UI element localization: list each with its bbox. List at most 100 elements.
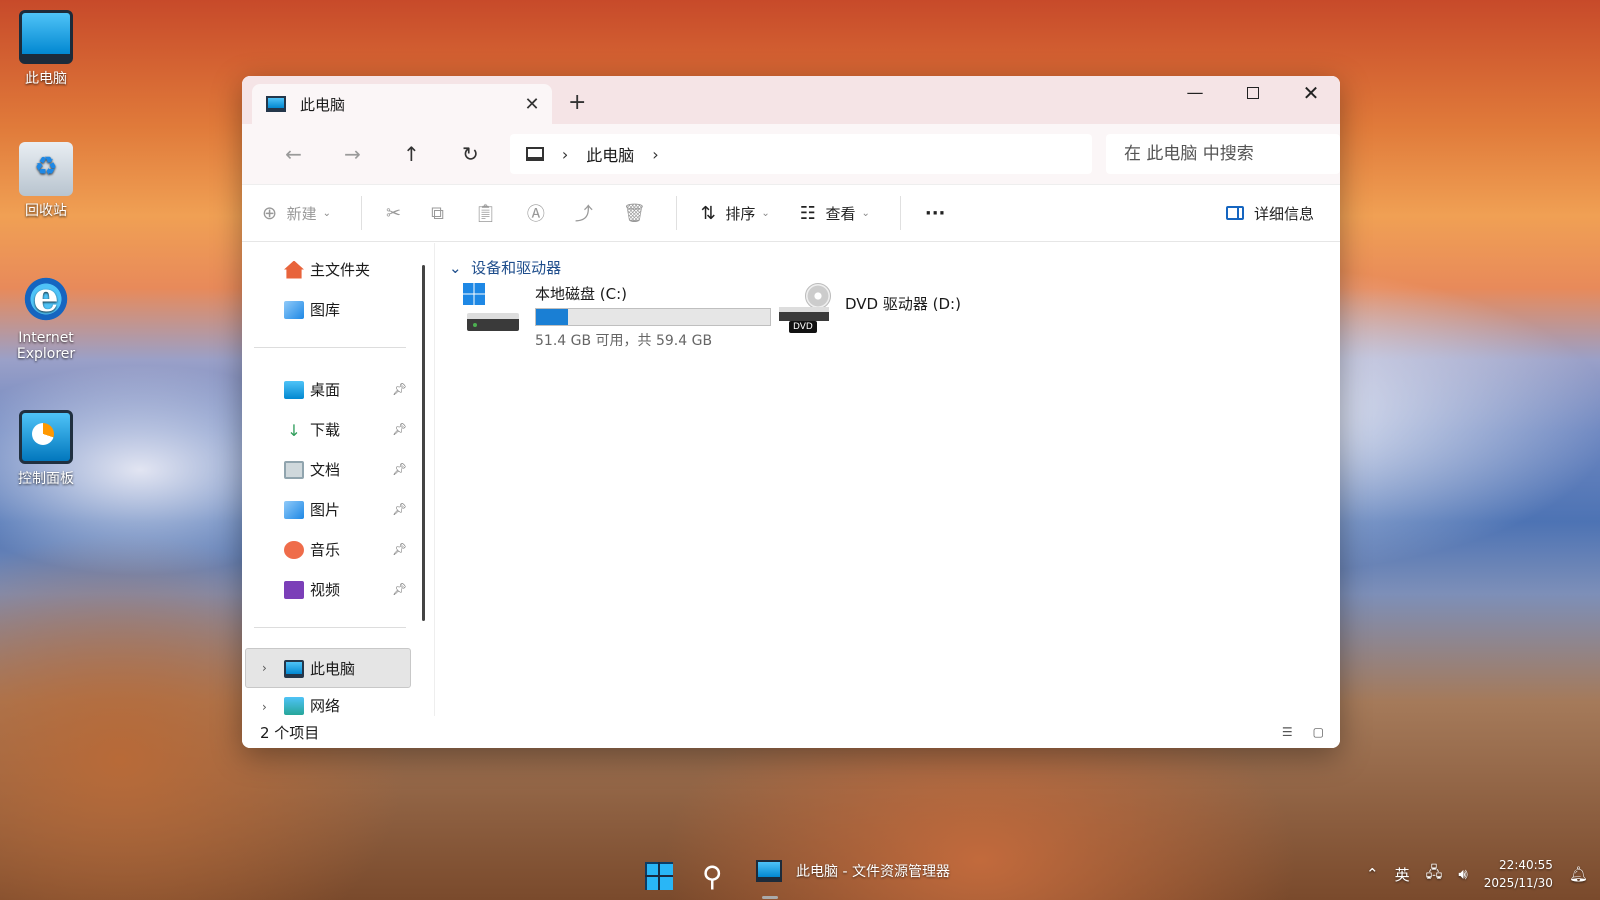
- sidebar-divider: [254, 347, 406, 348]
- copy-button[interactable]: ⧉: [431, 203, 444, 224]
- desktop-icon: [284, 380, 304, 399]
- volume-icon[interactable]: 🔊︎: [1458, 865, 1467, 883]
- forward-button[interactable]: →: [323, 142, 382, 166]
- navigation-bar: ← → ↑ ↻ › 此电脑 › 🔍︎: [242, 124, 1340, 184]
- minimize-button[interactable]: —: [1166, 76, 1224, 110]
- desktop-icon-label: 此电脑: [25, 71, 67, 87]
- capacity-bar: [535, 308, 771, 326]
- sidebar-item-downloads[interactable]: ↓ 下载: [284, 419, 340, 440]
- search-input[interactable]: [1124, 144, 1340, 164]
- drive-d[interactable]: DVD DVD 驱动器 (D:): [777, 283, 961, 339]
- more-icon: ···: [924, 202, 946, 224]
- sidebar-item-documents[interactable]: 文档: [284, 459, 340, 480]
- clock[interactable]: 22:40:55 2025/11/30: [1484, 856, 1553, 892]
- sidebar-item-home[interactable]: 主文件夹: [284, 259, 370, 280]
- sidebar-item-music[interactable]: 音乐: [284, 539, 340, 560]
- local-disk-icon: [463, 283, 519, 333]
- rename-button[interactable]: Ⓐ: [527, 200, 545, 226]
- taskbar-app-file-explorer[interactable]: 此电脑 - 文件资源管理器: [756, 860, 950, 882]
- group-header-label: 设备和驱动器: [471, 259, 562, 277]
- maximize-button[interactable]: [1224, 76, 1282, 110]
- breadcrumb-this-pc[interactable]: 此电脑: [586, 142, 634, 166]
- new-button[interactable]: ⊕ 新建 ⌄: [262, 203, 331, 224]
- sidebar-scrollbar[interactable]: [422, 265, 425, 621]
- sidebar-item-label: 图片: [310, 501, 341, 519]
- paste-button[interactable]: 📋︎: [474, 203, 497, 224]
- notification-icon[interactable]: 🔔︎: [1569, 865, 1588, 883]
- tab-title: 此电脑: [300, 95, 346, 114]
- computer-icon: [756, 860, 782, 882]
- details-pane-icon: [1225, 206, 1244, 220]
- toolbar-divider: [675, 196, 677, 230]
- up-button[interactable]: ↑: [382, 142, 441, 166]
- pin-icon[interactable]: 📌︎: [392, 502, 407, 516]
- chevron-up-icon[interactable]: ⌃: [1366, 865, 1379, 883]
- address-bar[interactable]: › 此电脑 ›: [509, 134, 1092, 174]
- tiles-view-icon[interactable]: ▢: [1313, 725, 1324, 739]
- refresh-button[interactable]: ↻: [441, 142, 500, 166]
- back-button[interactable]: ←: [264, 142, 323, 166]
- sidebar-item-label: 图库: [310, 301, 341, 319]
- pin-icon[interactable]: 📌︎: [392, 422, 407, 436]
- share-button[interactable]: ⤴: [575, 200, 593, 226]
- sidebar-item-pictures[interactable]: 图片: [284, 499, 340, 520]
- details-pane-button[interactable]: 详细信息: [1225, 203, 1314, 224]
- tab-this-pc[interactable]: 此电脑 ✕: [252, 84, 552, 124]
- new-tab-button[interactable]: +: [568, 90, 586, 115]
- pin-icon[interactable]: 📌︎: [392, 542, 407, 556]
- details-view-icon[interactable]: ☰: [1282, 725, 1293, 739]
- more-options-button[interactable]: ···: [925, 203, 946, 224]
- new-label: 新建: [286, 204, 317, 223]
- network-icon: [284, 696, 304, 715]
- desktop-icon-label: 控制面板: [18, 471, 74, 487]
- view-icon: ☷: [799, 202, 816, 224]
- delete-button[interactable]: 🗑︎: [623, 203, 646, 224]
- sidebar-item-label: 文档: [310, 461, 341, 479]
- videos-icon: [284, 580, 304, 599]
- sort-button[interactable]: ⇅ 排序 ⌄: [701, 203, 770, 224]
- chevron-right-icon[interactable]: ›: [562, 145, 568, 164]
- start-button[interactable]: [645, 862, 673, 890]
- cut-icon: ✂: [386, 202, 402, 224]
- view-button[interactable]: ☷ 查看 ⌄: [800, 203, 870, 224]
- chevron-down-icon: ⌄: [322, 207, 332, 219]
- drive-free-space: 51.4 GB 可用，共 59.4 GB: [535, 333, 713, 349]
- chevron-right-icon[interactable]: ›: [652, 145, 658, 164]
- active-app-indicator: [762, 896, 778, 899]
- chevron-right-icon[interactable]: ›: [262, 661, 267, 675]
- desktop-icon-control-panel[interactable]: 控制面板: [8, 410, 84, 488]
- desktop-icon-internet-explorer[interactable]: Internet Explorer: [8, 272, 84, 362]
- close-button[interactable]: ✕: [1282, 76, 1340, 110]
- pin-icon[interactable]: 📌︎: [392, 462, 407, 476]
- ime-indicator[interactable]: 英: [1395, 864, 1410, 885]
- taskbar-app-label: 此电脑 - 文件资源管理器: [796, 864, 950, 880]
- sidebar-item-this-pc[interactable]: 此电脑: [284, 658, 355, 679]
- taskbar-search-icon[interactable]: ⚲: [702, 860, 723, 893]
- sort-icon: ⇅: [700, 202, 716, 224]
- computer-icon: [284, 659, 304, 678]
- explorer-body: 主文件夹 图库 桌面 📌︎ ↓ 下载 📌︎ 文档 📌︎ 图片 📌︎ 音乐 📌︎ …: [242, 243, 1340, 748]
- network-icon[interactable]: 🖧︎: [1426, 862, 1443, 887]
- sidebar-item-label: 主文件夹: [310, 261, 371, 279]
- desktop-icon-this-pc[interactable]: 此电脑: [8, 10, 84, 88]
- desktop-icon-recycle-bin[interactable]: 回收站: [8, 142, 84, 220]
- pin-icon[interactable]: 📌︎: [392, 382, 407, 396]
- chevron-right-icon[interactable]: ›: [262, 700, 267, 714]
- drive-c[interactable]: 本地磁盘 (C:) 51.4 GB 可用，共 59.4 GB: [463, 283, 771, 350]
- sidebar-item-desktop[interactable]: 桌面: [284, 379, 340, 400]
- sidebar-item-network[interactable]: 网络: [284, 695, 340, 716]
- drive-name: 本地磁盘 (C:): [535, 285, 627, 303]
- taskbar: ⚲ 此电脑 - 文件资源管理器 ⌃ 英 🖧︎ 🔊︎ 22:40:55 2025/…: [0, 852, 1600, 900]
- pin-icon[interactable]: 📌︎: [392, 582, 407, 596]
- rename-icon: Ⓐ: [526, 204, 545, 225]
- title-bar: 此电脑 ✕ + — ✕: [242, 76, 1340, 124]
- details-label: 详细信息: [1253, 204, 1314, 223]
- music-icon: [284, 540, 304, 559]
- group-header[interactable]: ⌄ 设备和驱动器: [449, 257, 561, 278]
- computer-icon: [525, 147, 544, 161]
- sidebar-item-gallery[interactable]: 图库: [284, 299, 340, 320]
- close-tab-icon[interactable]: ✕: [512, 94, 552, 115]
- cut-button[interactable]: ✂: [386, 203, 401, 224]
- toolbar-divider: [361, 196, 363, 230]
- sidebar-item-videos[interactable]: 视频: [284, 579, 340, 600]
